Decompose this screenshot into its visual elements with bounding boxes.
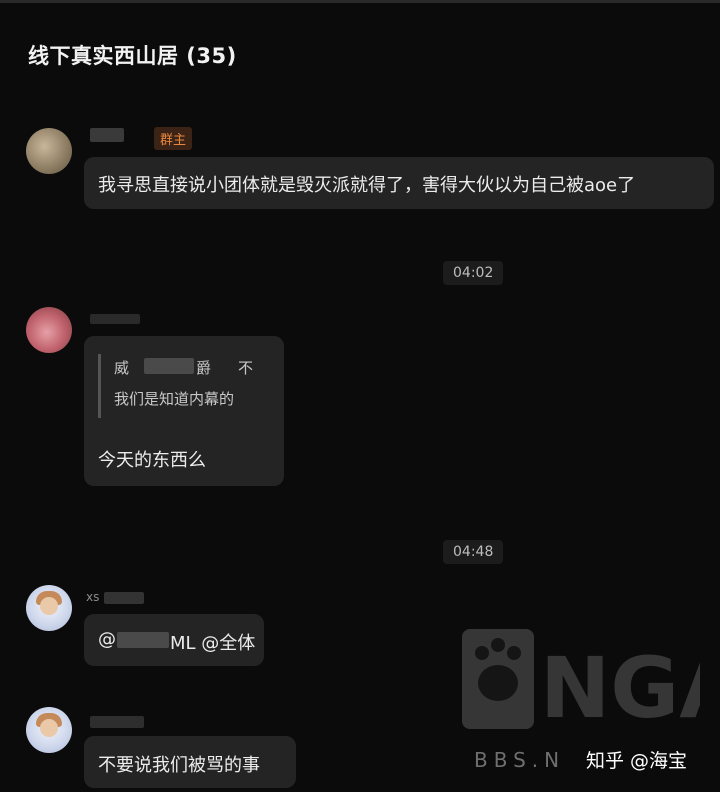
sender-name-redacted bbox=[90, 128, 124, 142]
quote-bar bbox=[98, 354, 101, 418]
avatar[interactable] bbox=[26, 128, 72, 174]
window-top-edge bbox=[0, 0, 720, 3]
paw-toe-icon bbox=[475, 646, 489, 660]
message-text: 今天的东西么 bbox=[98, 450, 206, 471]
quote-tag: 不 bbox=[238, 359, 254, 377]
paw-toe-icon bbox=[507, 646, 521, 660]
avatar[interactable] bbox=[26, 707, 72, 753]
chat-title[interactable]: 线下真实西山居 (35) bbox=[28, 40, 237, 70]
quote-text: 我们是知道内幕的 bbox=[114, 390, 235, 408]
group-owner-badge: 群主 bbox=[154, 127, 193, 150]
site-watermark: BBS.N bbox=[474, 748, 566, 772]
quote-sender-name-end: 爵 bbox=[196, 359, 212, 377]
timestamp: 04:02 bbox=[443, 261, 504, 285]
paw-toe-icon bbox=[491, 638, 505, 652]
paw-pad-icon bbox=[478, 665, 518, 701]
timestamp: 04:48 bbox=[443, 540, 504, 564]
nga-watermark-logo: NGA bbox=[462, 629, 700, 735]
quote-sender-name: 威 bbox=[114, 359, 130, 377]
message-bubble[interactable]: 我寻思直接说小团体就是毁灭派就得了，害得大伙以为自己被aoe了 bbox=[84, 157, 714, 209]
sender-name-redacted bbox=[90, 314, 140, 324]
message-text: 我寻思直接说小团体就是毁灭派就得了，害得大伙以为自己被aoe了 bbox=[98, 175, 636, 196]
avatar-face bbox=[40, 597, 58, 615]
sender-name-redacted bbox=[90, 716, 144, 728]
avatar-face bbox=[40, 719, 58, 737]
sender-name: xs bbox=[86, 590, 100, 604]
mention-text: ML @全体 bbox=[170, 633, 256, 654]
message-bubble[interactable]: 不要说我们被骂的事 bbox=[84, 736, 296, 788]
message-bubble[interactable]: 威 爵 不 我们是知道内幕的 今天的东西么 bbox=[84, 336, 284, 486]
quote-sender-redacted bbox=[144, 358, 194, 374]
mention-prefix: @ bbox=[98, 629, 116, 650]
mention-redacted bbox=[117, 632, 169, 648]
avatar[interactable] bbox=[26, 307, 72, 353]
message-text: 不要说我们被骂的事 bbox=[98, 755, 260, 776]
sender-name-redacted bbox=[104, 592, 144, 604]
logo-text: NGA bbox=[540, 639, 700, 735]
source-watermark: 知乎 @海宝 bbox=[586, 750, 688, 772]
avatar[interactable] bbox=[26, 585, 72, 631]
message-bubble[interactable]: @ ML @全体 bbox=[84, 614, 264, 666]
